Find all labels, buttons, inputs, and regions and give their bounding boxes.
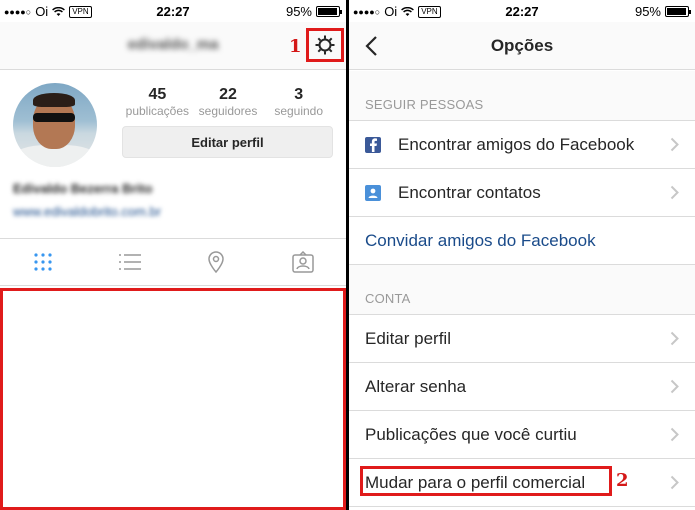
option-edit-profile[interactable]: Editar perfil [349, 315, 695, 363]
options-screen: ●●●●○ Oi VPN 22:27 95% Opções SEGUIR PES… [349, 0, 695, 510]
battery-icon [316, 6, 342, 17]
option-label: Publicações que você curtiu [365, 424, 577, 444]
highlight-box [360, 466, 612, 496]
profile-tab-bar [0, 238, 346, 286]
chevron-right-icon [670, 185, 679, 200]
posts-grid-area [0, 288, 346, 510]
battery-percent: 95% [634, 4, 661, 19]
chevron-right-icon [670, 475, 679, 490]
option-change-password[interactable]: Alterar senha [349, 363, 695, 411]
grid-icon [34, 253, 52, 271]
stat-followers-label: seguidores [198, 104, 258, 118]
profile-full-name: Edivaldo Bezerra Brito [13, 181, 153, 196]
stat-posts-count: 45 [148, 86, 167, 103]
option-label: Encontrar contatos [398, 182, 541, 202]
tab-list[interactable] [87, 239, 174, 285]
profile-avatar[interactable] [13, 83, 97, 167]
profile-header: edivaldo_ma 1 [0, 22, 346, 70]
stat-followers-count: 22 [219, 86, 237, 103]
tab-tagged[interactable] [260, 239, 347, 285]
stat-posts[interactable]: 45 publicações [122, 86, 193, 118]
profile-website-link[interactable]: www.edivaldobrito.com.br [13, 204, 161, 219]
options-header: Opções [349, 22, 695, 70]
option-find-contacts[interactable]: Encontrar contatos [349, 169, 695, 217]
tagged-photos-icon [292, 251, 314, 273]
facebook-icon [365, 136, 381, 153]
tab-grid[interactable] [0, 239, 87, 285]
step-marker-2: 2 [616, 470, 629, 491]
option-label: Encontrar amigos do Facebook [398, 134, 635, 154]
stat-following-label: seguindo [274, 104, 324, 118]
option-find-facebook-friends[interactable]: Encontrar amigos do Facebook [349, 121, 695, 169]
chevron-right-icon [670, 427, 679, 442]
gear-icon [315, 35, 335, 55]
stat-posts-label: publicações [125, 104, 190, 118]
battery-percent: 95% [285, 4, 312, 19]
section-header-follow-people: SEGUIR PESSOAS [349, 71, 695, 121]
status-bar: ●●●●○ Oi VPN 22:27 95% [0, 0, 346, 22]
chevron-right-icon [670, 331, 679, 346]
location-pin-icon [208, 251, 225, 273]
list-icon [118, 254, 141, 270]
settings-button[interactable] [306, 28, 344, 62]
page-title: Opções [490, 36, 554, 55]
tab-location[interactable] [173, 239, 260, 285]
contacts-icon [365, 184, 381, 201]
option-invite-facebook-friends[interactable]: Convidar amigos do Facebook [349, 217, 695, 265]
option-label: Convidar amigos do Facebook [365, 230, 596, 250]
profile-screen: ●●●●○ Oi VPN 22:27 95% edivaldo_ma 1 45 … [0, 0, 346, 510]
stat-following-count: 3 [294, 86, 304, 103]
section-header-account: CONTA [349, 265, 695, 315]
option-label: Alterar senha [365, 376, 467, 396]
profile-stats: 45 publicações 22 seguidores 3 seguindo [122, 86, 334, 118]
chevron-right-icon [670, 379, 679, 394]
battery-icon [665, 6, 691, 17]
status-bar: ●●●●○ Oi VPN 22:27 95% [349, 0, 695, 22]
chevron-right-icon [670, 137, 679, 152]
option-label: Editar perfil [365, 328, 451, 348]
stat-followers[interactable]: 22 seguidores [193, 86, 264, 118]
stat-following[interactable]: 3 seguindo [263, 86, 334, 118]
option-liked-posts[interactable]: Publicações que você curtiu [349, 411, 695, 459]
edit-profile-button[interactable]: Editar perfil [122, 126, 333, 158]
step-marker-1: 1 [289, 36, 302, 57]
